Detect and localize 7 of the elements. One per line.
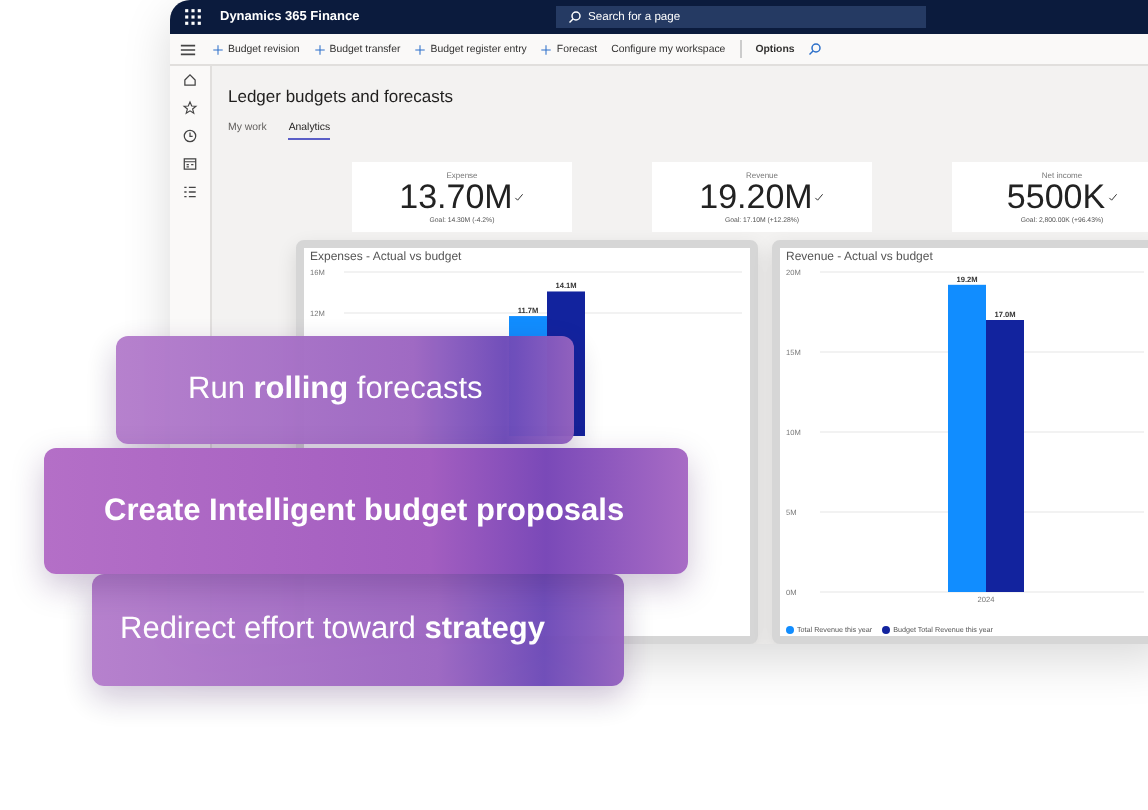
promo-text: Redirect effort toward strategy (120, 612, 546, 648)
page-title: Ledger budgets and forecasts (228, 86, 455, 106)
kpi-value: 5500K (1006, 180, 1106, 214)
promo-text: Run rolling forecasts (188, 372, 483, 408)
kpi-value: 13.70M (399, 180, 513, 214)
kpi-value: 19.20M (699, 180, 813, 214)
promo-text: Create Intelligent budget proposals (104, 493, 625, 529)
